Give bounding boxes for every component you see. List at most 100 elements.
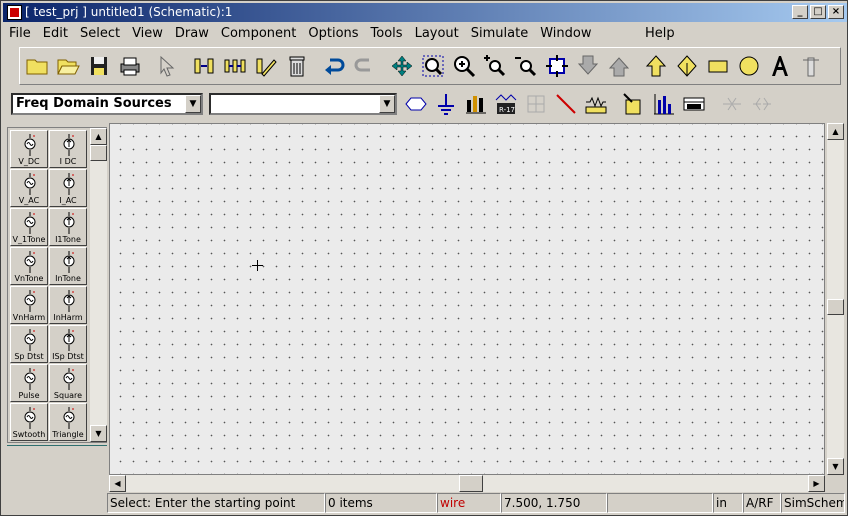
rotate-button[interactable]: [747, 90, 777, 118]
save-button[interactable]: [84, 51, 114, 81]
zoom-in-button[interactable]: [449, 51, 479, 81]
display-button[interactable]: R-17: [491, 90, 521, 118]
menu-edit[interactable]: Edit: [37, 26, 74, 41]
menu-file[interactable]: File: [3, 26, 37, 41]
mirror-button[interactable]: [717, 90, 747, 118]
app-icon[interactable]: [7, 5, 22, 20]
text-button[interactable]: [765, 51, 795, 81]
menu-window[interactable]: Window: [534, 26, 597, 41]
zoom-plus-button[interactable]: [480, 51, 510, 81]
pop-up-button[interactable]: [604, 51, 634, 81]
palette-item[interactable]: V_DC: [10, 130, 48, 168]
s-params-button[interactable]: [679, 90, 709, 118]
palette-item[interactable]: Swtooth: [10, 403, 48, 441]
print-button[interactable]: [115, 51, 145, 81]
ground-button[interactable]: [431, 90, 461, 118]
scroll-up-button[interactable]: ▲: [827, 123, 844, 140]
v-nharm-icon: [24, 290, 36, 312]
palette-item[interactable]: InTone: [49, 247, 87, 285]
redo-icon: [354, 58, 370, 72]
palette-item[interactable]: VnHarm: [10, 286, 48, 324]
insert-component-button[interactable]: [189, 51, 219, 81]
palette-item[interactable]: I1Tone: [49, 208, 87, 246]
palette-item[interactable]: I DC: [49, 130, 87, 168]
palette-item[interactable]: V_1Tone: [10, 208, 48, 246]
palette-toolbar: Freq Domain Sources ▼ ▼ R-17: [11, 89, 841, 119]
new-button[interactable]: [22, 51, 52, 81]
palette-item[interactable]: Square: [49, 364, 87, 402]
redo-button[interactable]: [350, 51, 380, 81]
hexagon-button[interactable]: [401, 90, 431, 118]
fit-view-icon: [546, 55, 568, 77]
component-library-button[interactable]: [220, 51, 250, 81]
palette-scrollbar[interactable]: ▲ ▼: [90, 128, 107, 442]
palette-item[interactable]: I_AC: [49, 169, 87, 207]
palette-selector[interactable]: Freq Domain Sources ▼: [11, 93, 203, 115]
circle-button[interactable]: [734, 51, 764, 81]
palette-item[interactable]: Pulse: [10, 364, 48, 402]
edit-parameters-button[interactable]: [251, 51, 281, 81]
select-button[interactable]: [152, 51, 182, 81]
component-selector[interactable]: ▼: [209, 93, 397, 115]
rotate-icon: [753, 97, 771, 111]
menu-select[interactable]: Select: [74, 26, 126, 41]
wire-label-button[interactable]: [796, 51, 826, 81]
scroll-down-button[interactable]: ▼: [90, 425, 107, 442]
menu-help[interactable]: Help: [639, 26, 681, 41]
port-button[interactable]: [672, 51, 702, 81]
status-mode: wire: [437, 493, 501, 513]
zoom-area-button[interactable]: [418, 51, 448, 81]
resistor-button[interactable]: [581, 90, 611, 118]
palette-item[interactable]: Triangle: [49, 403, 87, 441]
scroll-thumb[interactable]: [90, 145, 107, 161]
scroll-thumb[interactable]: [459, 475, 483, 492]
chevron-down-icon[interactable]: ▼: [379, 95, 395, 113]
push-down-button[interactable]: [573, 51, 603, 81]
fit-view-button[interactable]: [542, 51, 572, 81]
menu-layout[interactable]: Layout: [409, 26, 465, 41]
menu-view[interactable]: View: [126, 26, 169, 41]
undo-button[interactable]: [319, 51, 349, 81]
maximize-button[interactable]: □: [810, 5, 826, 19]
status-bar: Select: Enter the starting point 0 items…: [107, 493, 847, 513]
bar-chart-button[interactable]: [649, 90, 679, 118]
probe-button[interactable]: [619, 90, 649, 118]
scroll-down-button[interactable]: ▼: [827, 458, 844, 475]
menu-simulate[interactable]: Simulate: [465, 26, 534, 41]
canvas-horizontal-scrollbar[interactable]: ◀ ▶: [109, 475, 825, 492]
chevron-down-icon[interactable]: ▼: [185, 95, 201, 113]
palette-item[interactable]: VnTone: [10, 247, 48, 285]
schematic-canvas[interactable]: [109, 123, 825, 475]
palette-item[interactable]: V_AC: [10, 169, 48, 207]
palette-item[interactable]: InHarm: [49, 286, 87, 324]
v-ac-icon: [24, 173, 36, 195]
wire-button[interactable]: [551, 90, 581, 118]
palette-item-label: InTone: [55, 274, 81, 283]
mirror-grid-button[interactable]: [521, 90, 551, 118]
palette-item[interactable]: ISp Dtst: [49, 325, 87, 363]
scroll-right-button[interactable]: ▶: [808, 475, 825, 492]
menu-draw[interactable]: Draw: [169, 26, 215, 41]
scroll-thumb[interactable]: [827, 299, 844, 315]
minimize-button[interactable]: _: [792, 5, 808, 19]
palette-item[interactable]: Sp Dtst: [10, 325, 48, 363]
move-button[interactable]: [387, 51, 417, 81]
menu-options[interactable]: Options: [302, 26, 364, 41]
scroll-left-button[interactable]: ◀: [109, 475, 126, 492]
rectangle-button[interactable]: [703, 51, 733, 81]
delete-button[interactable]: [282, 51, 312, 81]
pin-button[interactable]: [641, 51, 671, 81]
open-button[interactable]: [53, 51, 83, 81]
zoom-minus-button[interactable]: [511, 51, 541, 81]
scroll-up-button[interactable]: ▲: [90, 128, 107, 145]
title-bar[interactable]: [ test_prj ] untitled1 (Schematic):1 _ □…: [3, 3, 847, 22]
status-domain: A/RF: [743, 493, 781, 513]
menu-tools[interactable]: Tools: [365, 26, 409, 41]
canvas-vertical-scrollbar[interactable]: ▲ ▼: [827, 123, 844, 475]
zoom-plus-icon: [484, 55, 506, 77]
close-button[interactable]: ×: [828, 5, 844, 19]
s-params-icon: [683, 97, 705, 111]
var-eqn-button[interactable]: [461, 90, 491, 118]
menu-component[interactable]: Component: [215, 26, 302, 41]
palette-item-label: Triangle: [52, 430, 84, 439]
